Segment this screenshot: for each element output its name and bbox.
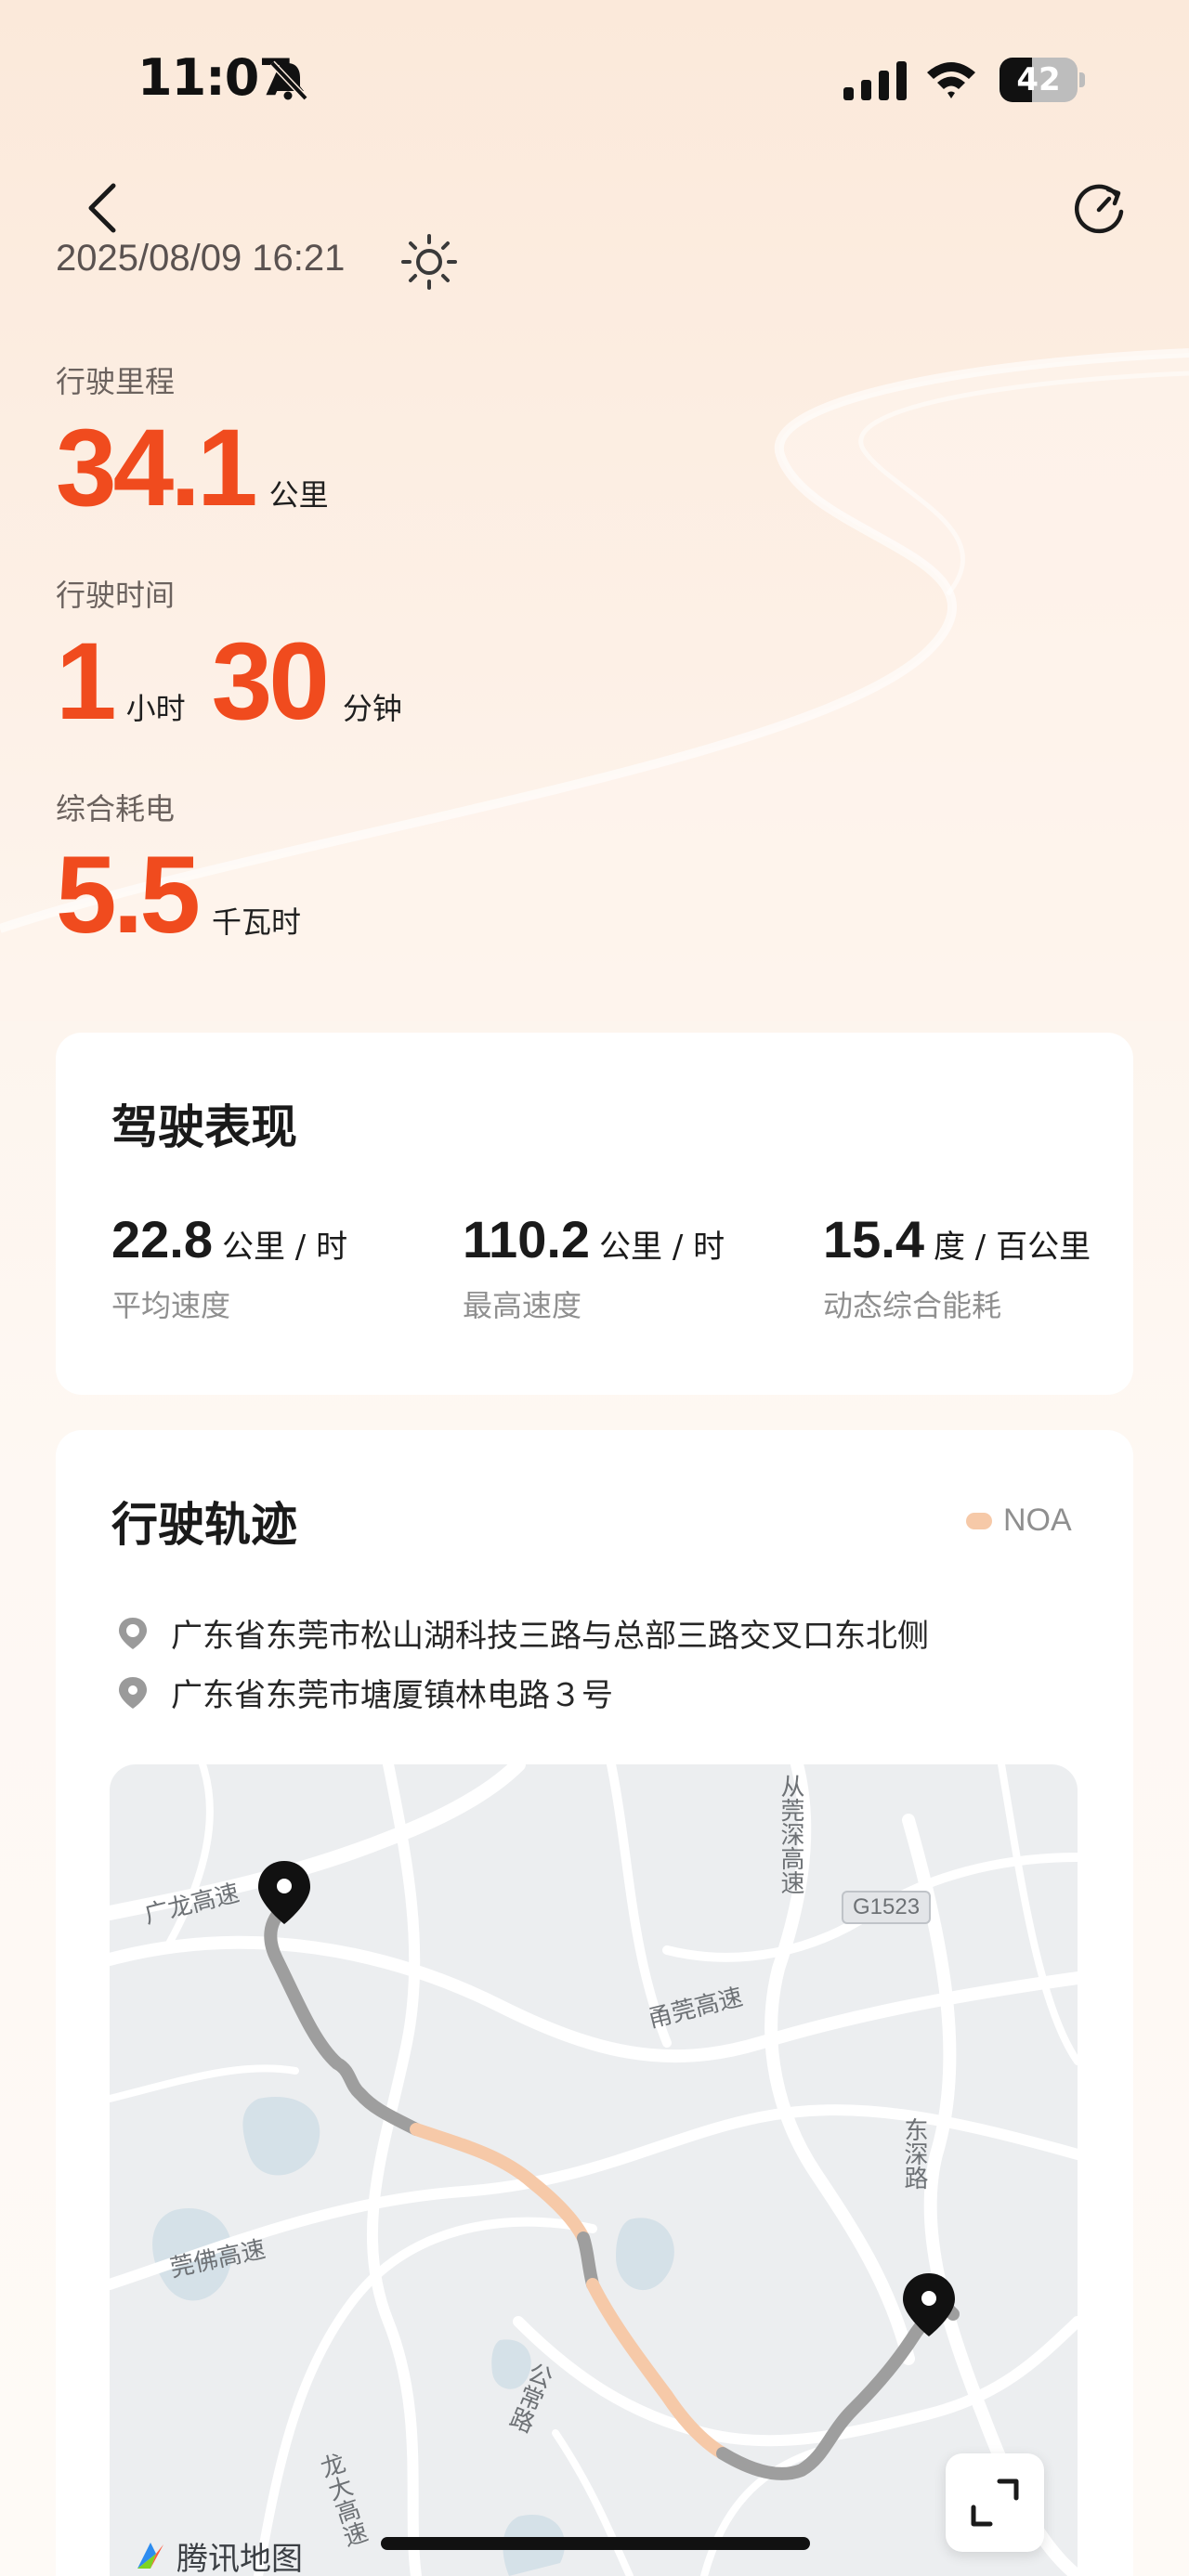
distance-label: 行驶里程 <box>56 364 176 399</box>
energy-label: 综合耗电 <box>56 791 176 826</box>
distance-value: 34.1 <box>56 407 258 529</box>
noa-legend-swatch <box>966 1512 992 1529</box>
metric-label: 最高速度 <box>463 1288 582 1323</box>
tencent-map-logo-icon <box>137 2543 163 2569</box>
duration-hours: 1 <box>56 620 117 743</box>
performance-card: 驾驶表现 22.8 公里 / 时 平均速度 110.2 公里 / 时 最高速度 … <box>56 1033 1133 1395</box>
track-title: 行驶轨迹 <box>111 1498 297 1552</box>
home-indicator[interactable] <box>381 2537 810 2550</box>
map-brand: 腾讯地图 <box>132 2535 303 2576</box>
noa-legend-label: NOA <box>1003 1503 1072 1538</box>
road-label-congguanshen: 从莞深高速 <box>777 1774 804 1894</box>
metric-unit: 公里 / 时 <box>222 1229 348 1266</box>
end-pin-icon <box>119 1676 147 1709</box>
bell-muted-icon <box>269 60 308 101</box>
duration-hours-unit: 小时 <box>125 691 186 726</box>
distance-row: 34.1 公里 <box>56 405 329 531</box>
energy-value: 5.5 <box>56 834 201 956</box>
route-map[interactable]: 广龙高速 从莞深高速 G1523 甬莞高速 东深路 莞佛高速 公常路 龙大高速 … <box>110 1764 1078 2576</box>
end-address: 广东省东莞市塘厦镇林电路３号 <box>171 1677 613 1714</box>
energy-row: 5.5 千瓦时 <box>56 832 301 958</box>
road-shield-g1523: G1523 <box>842 1891 932 1924</box>
wifi-icon <box>927 62 975 98</box>
road-label-dongshen: 东深路 <box>900 2117 928 2190</box>
battery-tip <box>1079 72 1085 87</box>
map-brand-name: 腾讯地图 <box>176 2540 303 2576</box>
refresh-icon[interactable] <box>1070 180 1128 238</box>
metric-unit: 度 / 百公里 <box>934 1229 1091 1266</box>
trip-date: 2025/08/09 16:21 <box>56 238 346 279</box>
energy-unit: 千瓦时 <box>212 904 302 940</box>
start-address: 广东省东莞市松山湖科技三路与总部三路交叉口东北侧 <box>171 1618 929 1655</box>
expand-icon <box>971 2478 1019 2527</box>
metric-energy-consumption: 15.4 度 / 百公里 动态综合能耗 <box>823 1209 1091 1325</box>
back-icon[interactable] <box>80 180 126 236</box>
metric-max-speed: 110.2 公里 / 时 最高速度 <box>463 1209 725 1325</box>
metric-unit: 公里 / 时 <box>599 1229 725 1266</box>
duration-minutes-unit: 分钟 <box>342 691 402 726</box>
distance-unit: 公里 <box>268 477 329 513</box>
map-roads <box>110 1764 1078 2576</box>
duration-row: 1 小时 30 分钟 <box>56 618 402 745</box>
battery-icon: 42 <box>1000 58 1085 102</box>
metric-value: 22.8 <box>111 1210 213 1268</box>
expand-map-button[interactable] <box>946 2453 1044 2552</box>
metric-value: 15.4 <box>823 1210 924 1268</box>
sun-icon <box>401 234 457 290</box>
metric-label: 动态综合能耗 <box>823 1288 1002 1323</box>
performance-title: 驾驶表现 <box>111 1100 297 1154</box>
duration-minutes: 30 <box>211 620 330 743</box>
map-start-marker <box>258 1861 310 1924</box>
metric-label: 平均速度 <box>111 1288 231 1323</box>
metric-value: 110.2 <box>463 1210 591 1268</box>
duration-label: 行驶时间 <box>56 578 176 613</box>
map-legend: NOA <box>966 1503 1072 1539</box>
cellular-signal-icon <box>843 61 907 100</box>
metric-avg-speed: 22.8 公里 / 时 平均速度 <box>111 1209 347 1325</box>
end-address-row: 广东省东莞市塘厦镇林电路３号 <box>117 1670 613 1715</box>
start-pin-icon <box>119 1617 147 1649</box>
start-address-row: 广东省东莞市松山湖科技三路与总部三路交叉口东北侧 <box>117 1610 929 1656</box>
battery-percent: 42 <box>1016 61 1061 98</box>
